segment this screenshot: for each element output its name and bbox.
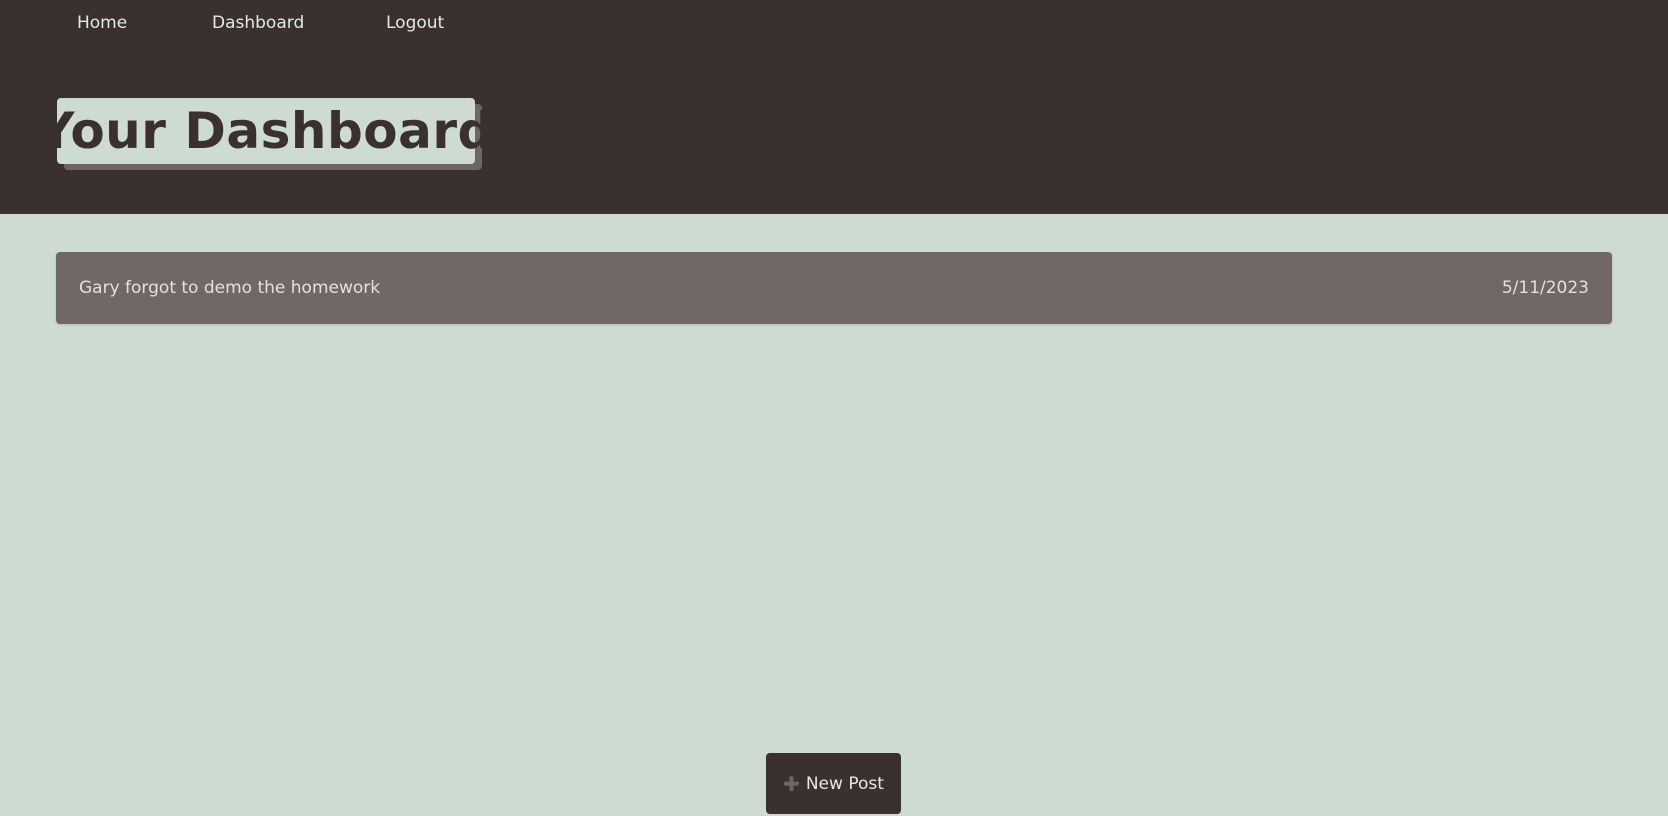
- post-card[interactable]: Gary forgot to demo the homework 5/11/20…: [56, 252, 1612, 324]
- post-date: 5/11/2023: [1501, 278, 1589, 298]
- nav-link-logout[interactable]: Logout: [386, 12, 444, 34]
- nav-link-dashboard[interactable]: Dashboard: [212, 12, 304, 34]
- nav-link-home[interactable]: Home: [77, 12, 127, 34]
- page-title-box: Your Dashboard: [38, 98, 493, 164]
- page-title-container: Your Dashboard: [38, 98, 493, 170]
- plus-icon: ✚: [783, 771, 800, 796]
- page-header: Home Dashboard Logout Your Dashboard: [0, 0, 1668, 214]
- new-post-button[interactable]: ✚ New Post: [766, 753, 901, 814]
- post-title: Gary forgot to demo the homework: [79, 278, 381, 298]
- top-nav: Home Dashboard Logout: [0, 0, 1668, 46]
- new-post-label: New Post: [805, 773, 884, 794]
- page-title: Your Dashboard: [38, 102, 494, 160]
